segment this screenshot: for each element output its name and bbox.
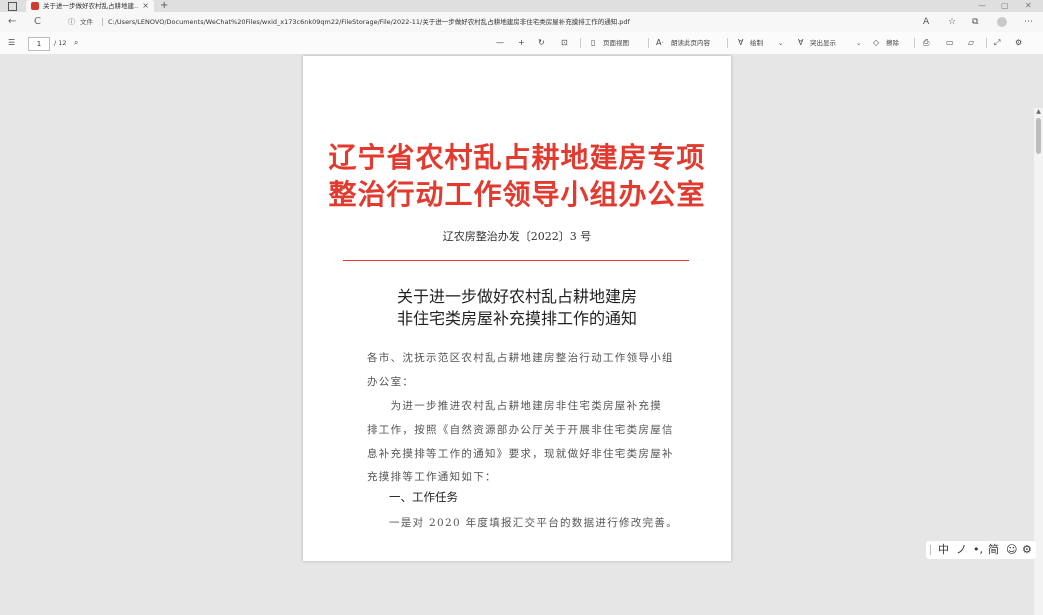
page-view-button[interactable]: 页面视图 xyxy=(603,32,629,54)
pdf-toolbar: ☰ 1 / 12 ⌕ — + ↻ ⊡ ▯ 页面视图 Aᐧ 朗读此页内容 ∀ 绘制… xyxy=(0,32,1043,55)
zoom-out-button[interactable]: — xyxy=(496,32,504,54)
toolbar-separator xyxy=(648,38,649,48)
ime-handle[interactable] xyxy=(930,545,931,555)
read-aloud-page-icon: Aᐧ xyxy=(656,38,664,47)
ime-moon-icon[interactable]: ノ xyxy=(956,541,967,559)
highlight-dropdown-icon[interactable]: ⌄ xyxy=(856,32,861,54)
vertical-scrollbar[interactable]: ▲ xyxy=(1034,108,1043,615)
body-line: 息补充摸排等工作的通知》要求，现就做好非住宅类房屋补 xyxy=(367,448,674,460)
scroll-up-arrow-icon[interactable]: ▲ xyxy=(1034,108,1043,116)
ime-simplified[interactable]: 简 xyxy=(988,541,999,559)
toolbar-separator xyxy=(580,38,581,48)
favorites-icon[interactable]: ☆ xyxy=(948,12,956,32)
body-line: 排工作，按照《自然资源部办公厅关于开展非住宅类房屋信 xyxy=(367,424,674,436)
tab-actions-icon[interactable] xyxy=(8,2,17,11)
file-label: 文件 xyxy=(80,18,93,26)
highlight-button[interactable]: 突出显示 xyxy=(810,32,836,54)
pdf-viewer[interactable]: 辽宁省农村乱占耕地建房专项 整治行动工作领导小组办公室 辽农房整治办发〔2022… xyxy=(0,54,1043,615)
org-title-line1: 辽宁省农村乱占耕地建房专项 xyxy=(328,141,706,174)
read-aloud-icon[interactable]: A xyxy=(923,12,929,32)
eraser-icon: ◇ xyxy=(873,38,880,47)
browser-tab[interactable]: 关于进一步做好农村乱占耕地建... × xyxy=(26,0,154,12)
address-bar-row: ← C ⓘ 文件 C:/Users/LENOVO/Documents/WeCha… xyxy=(0,12,1043,32)
address-url[interactable]: C:/Users/LENOVO/Documents/WeChat%20Files… xyxy=(108,14,898,30)
toolbar-separator xyxy=(727,38,728,48)
ime-emoji-icon[interactable]: ☺ xyxy=(1006,541,1017,559)
tab-close-icon[interactable]: × xyxy=(142,0,149,12)
section-heading: 一、工作任务 xyxy=(389,490,458,504)
tab-bar: 关于进一步做好农村乱占耕地建... × + — ▢ ✕ xyxy=(0,0,1043,12)
ime-settings-icon[interactable]: ⚙ xyxy=(1022,541,1032,559)
save-icon[interactable]: ▭ xyxy=(946,32,954,54)
toolbar-separator xyxy=(986,38,987,48)
highlight-icon: ∀ xyxy=(798,38,804,47)
more-menu-icon[interactable]: ⋯ xyxy=(1024,12,1033,32)
maximize-button[interactable]: ▢ xyxy=(1001,0,1009,12)
tab-title: 关于进一步做好农村乱占耕地建... xyxy=(43,2,138,10)
refresh-button[interactable]: C xyxy=(34,12,41,32)
notice-title-line1: 关于进一步做好农村乱占耕地建房 xyxy=(396,287,637,306)
info-icon[interactable]: ⓘ xyxy=(68,14,75,30)
toolbar-separator xyxy=(914,38,915,48)
pdf-favicon-icon xyxy=(31,2,39,10)
body-line: 各市、沈抚示范区农村乱占耕地建房整治行动工作领导小组 xyxy=(367,352,674,364)
page-number-input[interactable]: 1 xyxy=(28,37,50,51)
profile-avatar[interactable] xyxy=(997,17,1007,27)
body-line: 办公室： xyxy=(367,376,415,388)
address-separator xyxy=(102,18,103,26)
page-total: / 12 xyxy=(54,39,67,47)
draw-dropdown-icon[interactable]: ⌄ xyxy=(778,32,783,54)
erase-button[interactable]: 擦除 xyxy=(886,32,899,54)
back-button[interactable]: ← xyxy=(8,12,16,32)
red-divider xyxy=(343,260,689,261)
page-view-icon: ▯ xyxy=(591,38,596,47)
rotate-icon[interactable]: ↻ xyxy=(538,32,545,54)
collections-icon[interactable]: ⧉ xyxy=(972,12,978,32)
draw-icon: ∀ xyxy=(738,38,744,47)
body-line: 为进一步推进农村乱占耕地建房非住宅类房屋补充摸 xyxy=(367,400,662,412)
address-field[interactable]: ⓘ 文件 C:/Users/LENOVO/Documents/WeChat%20… xyxy=(68,14,903,30)
fullscreen-icon[interactable]: ⤢ xyxy=(994,32,1000,54)
contents-icon[interactable]: ☰ xyxy=(8,32,15,54)
document-number: 辽农房整治办发〔2022〕3 号 xyxy=(442,230,592,243)
body-line: 充摸排等工作通知如下： xyxy=(367,471,497,483)
settings-gear-icon[interactable]: ⚙ xyxy=(1015,32,1022,54)
scrollbar-thumb[interactable] xyxy=(1036,118,1041,154)
print-icon[interactable]: ⎙ xyxy=(923,32,929,54)
notice-title-line2: 非住宅类房屋补充摸排工作的通知 xyxy=(396,309,637,328)
search-icon[interactable]: ⌕ xyxy=(74,32,78,54)
ime-toolbar: 中 ノ •, 简 ☺ ⚙ xyxy=(926,541,1036,559)
zoom-in-button[interactable]: + xyxy=(518,32,525,54)
new-tab-button[interactable]: + xyxy=(160,0,168,12)
fit-page-icon[interactable]: ⊡ xyxy=(561,32,568,54)
draw-button[interactable]: 绘制 xyxy=(750,32,763,54)
save-as-icon[interactable]: ▱ xyxy=(968,32,974,54)
pdf-page: 辽宁省农村乱占耕地建房专项 整治行动工作领导小组办公室 辽农房整治办发〔2022… xyxy=(303,56,731,561)
close-window-button[interactable]: ✕ xyxy=(1025,0,1032,12)
minimize-button[interactable]: — xyxy=(978,0,986,12)
ime-mode-chinese[interactable]: 中 xyxy=(938,541,949,559)
section-line: 一是对 2020 年度填报汇交平台的数据进行修改完善。 xyxy=(389,517,678,529)
ime-punctuation-icon[interactable]: •, xyxy=(973,541,983,559)
org-title-line2: 整治行动工作领导小组办公室 xyxy=(328,178,706,211)
read-aloud-button[interactable]: 朗读此页内容 xyxy=(671,32,710,54)
